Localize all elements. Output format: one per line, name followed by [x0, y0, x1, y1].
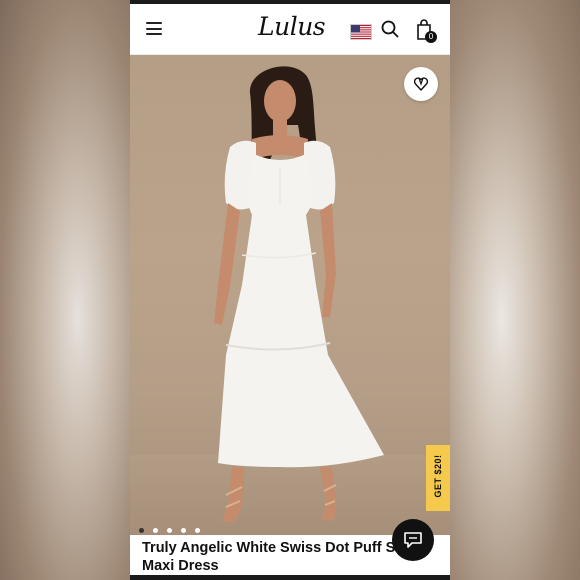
carousel-dot[interactable]	[181, 528, 186, 533]
carousel-dot[interactable]	[167, 528, 172, 533]
carousel-dots	[139, 520, 209, 533]
heart-icon	[413, 77, 429, 91]
chat-bubble-icon	[404, 532, 422, 548]
search-icon[interactable]	[381, 20, 399, 38]
carousel-dot[interactable]	[153, 528, 158, 533]
carousel-dot[interactable]	[195, 528, 200, 533]
hamburger-menu-icon[interactable]	[146, 22, 162, 35]
brand-logo[interactable]: Lulus	[258, 12, 326, 41]
promo-tab[interactable]: GET $20!	[426, 445, 450, 511]
model-photo	[214, 66, 384, 523]
background-blur-left	[0, 0, 130, 580]
top-navigation: Lulus 0	[130, 4, 450, 55]
phone-screen: Lulus 0 GET $20! Truly Angelic White Swi…	[130, 0, 450, 580]
us-flag-icon[interactable]	[350, 24, 372, 40]
background-blur-right	[450, 0, 580, 580]
chat-button[interactable]	[392, 519, 434, 561]
favorite-button[interactable]	[404, 67, 438, 101]
carousel-dot[interactable]	[139, 528, 144, 533]
product-image-carousel[interactable]: GET $20!	[130, 55, 450, 535]
bag-count-badge: 0	[425, 31, 437, 43]
promo-tab-label: GET $20!	[433, 454, 443, 498]
bottom-bar	[130, 575, 450, 580]
